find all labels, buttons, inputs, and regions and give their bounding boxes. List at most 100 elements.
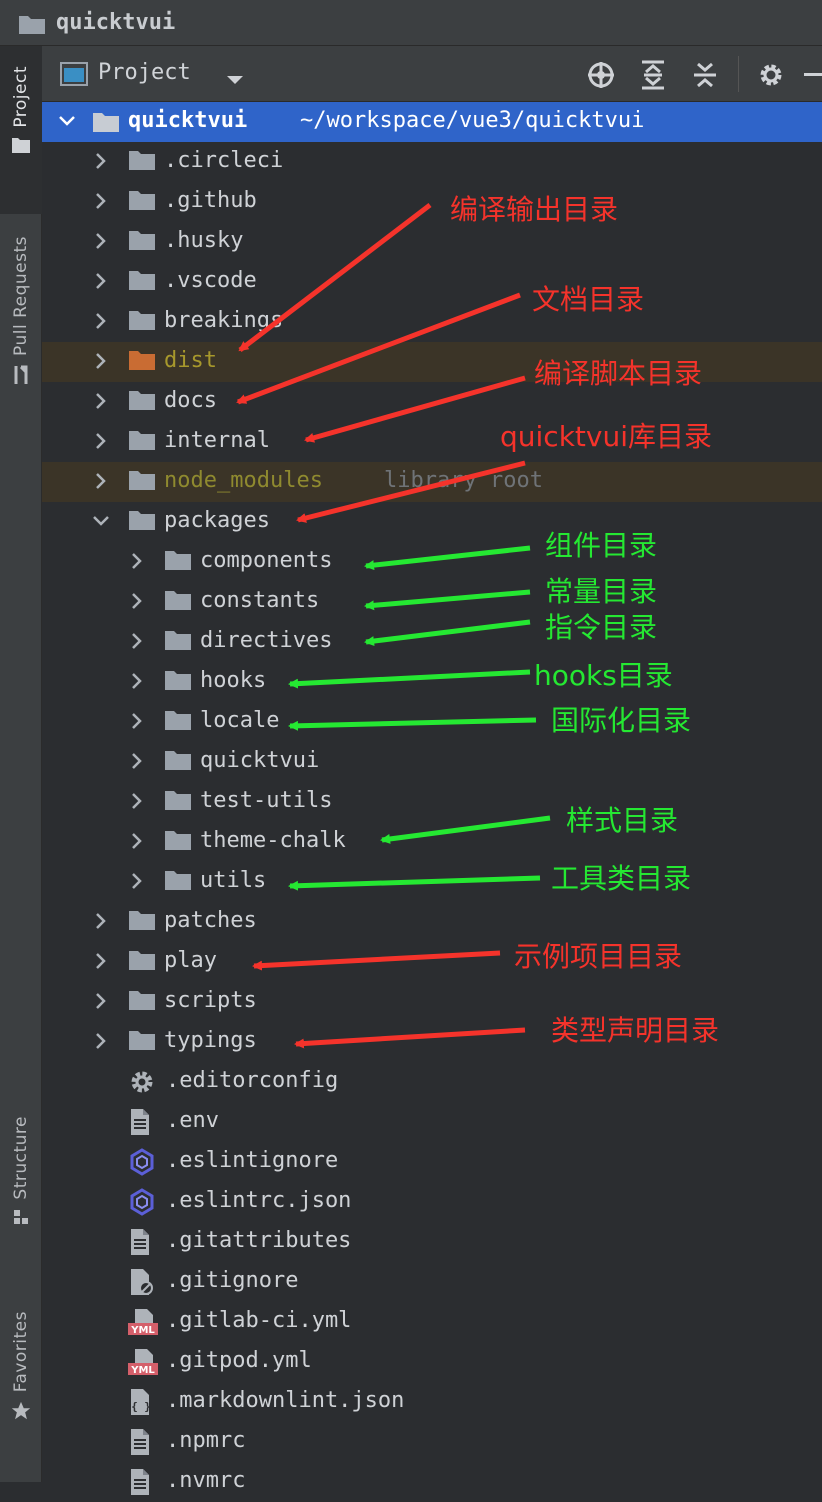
chevron-right-icon[interactable]: [92, 912, 110, 934]
chevron-down-icon[interactable]: [58, 112, 76, 134]
tree-item-internal[interactable]: internal: [42, 422, 822, 462]
text-file-icon: [128, 1228, 152, 1260]
tree-item-node-modules[interactable]: node_modules library root: [42, 462, 822, 502]
chevron-right-icon[interactable]: [128, 632, 146, 654]
tree-item-github[interactable]: .github: [42, 182, 822, 222]
tree-item-label: .markdownlint.json: [166, 1388, 405, 1413]
tree-item-editorconfig[interactable]: .editorconfig: [42, 1062, 822, 1102]
chevron-right-icon[interactable]: [92, 432, 110, 454]
tree-item-label: .editorconfig: [166, 1068, 339, 1093]
chevron-right-icon[interactable]: [128, 752, 146, 774]
eslint-file-icon: [128, 1188, 156, 1220]
tree-item-docs[interactable]: docs: [42, 382, 822, 422]
tree-item-label: typings: [164, 1028, 257, 1053]
pull-request-icon: [11, 364, 31, 390]
tree-item-dist[interactable]: dist: [42, 342, 822, 382]
tab-structure[interactable]: Structure: [0, 1116, 42, 1276]
tree-item-label: .gitpod.yml: [166, 1348, 312, 1373]
gear-icon[interactable]: [754, 58, 788, 92]
tree-item-label: .github: [164, 188, 257, 213]
chevron-right-icon[interactable]: [128, 712, 146, 734]
tree-item-markdownlint-json[interactable]: { } .markdownlint.json: [42, 1382, 822, 1422]
locate-icon[interactable]: [584, 58, 618, 92]
chevron-right-icon[interactable]: [128, 832, 146, 854]
tree-item-label: components: [200, 548, 333, 573]
star-icon: [10, 1400, 32, 1426]
chevron-right-icon[interactable]: [92, 312, 110, 334]
chevron-right-icon[interactable]: [92, 192, 110, 214]
gitignore-file-icon: [128, 1268, 154, 1300]
tree-root-row[interactable]: quicktvui ~/workspace/vue3/quicktvui: [42, 102, 822, 142]
tab-project[interactable]: Project: [0, 46, 42, 214]
tree-item-eslintignore[interactable]: .eslintignore: [42, 1142, 822, 1182]
tree-item-gitattributes[interactable]: .gitattributes: [42, 1222, 822, 1262]
tree-item-label: .eslintignore: [166, 1148, 339, 1173]
collapse-all-icon[interactable]: [688, 58, 722, 92]
tree-item-eslintrc-json[interactable]: .eslintrc.json: [42, 1182, 822, 1222]
tree-item-directives[interactable]: directives: [42, 622, 822, 662]
tool-window-strip: Project Pull Requests Structure Favorite…: [0, 46, 42, 1482]
folder-icon: [128, 948, 156, 976]
folder-icon: [128, 228, 156, 256]
tree-item-breakings[interactable]: breakings: [42, 302, 822, 342]
root-path: ~/workspace/vue3/quicktvui: [300, 108, 645, 133]
tree-item-scripts[interactable]: scripts: [42, 982, 822, 1022]
tree-item-theme-chalk[interactable]: theme-chalk: [42, 822, 822, 862]
chevron-right-icon[interactable]: [92, 992, 110, 1014]
chevron-right-icon[interactable]: [92, 952, 110, 974]
chevron-right-icon[interactable]: [128, 792, 146, 814]
tree-item-gitignore[interactable]: .gitignore: [42, 1262, 822, 1302]
chevron-right-icon[interactable]: [92, 392, 110, 414]
tree-item-packages[interactable]: packages: [42, 502, 822, 542]
tree-item-utils[interactable]: utils: [42, 862, 822, 902]
tree-item-label: quicktvui: [200, 748, 320, 773]
chevron-right-icon[interactable]: [92, 232, 110, 254]
tree-item-label: theme-chalk: [200, 828, 346, 853]
tab-structure-label: Structure: [11, 1116, 31, 1200]
tree-item-quicktvui[interactable]: quicktvui: [42, 742, 822, 782]
tab-pull-requests[interactable]: Pull Requests: [0, 236, 42, 456]
svg-text:YML: YML: [130, 1365, 155, 1376]
chevron-right-icon[interactable]: [128, 872, 146, 894]
folder-icon: [128, 388, 156, 416]
chevron-right-icon[interactable]: [92, 352, 110, 374]
tree-item-hooks[interactable]: hooks: [42, 662, 822, 702]
tree-item-gitlab-ci-yml[interactable]: YML .gitlab-ci.yml: [42, 1302, 822, 1342]
tree-item-husky[interactable]: .husky: [42, 222, 822, 262]
tree-item-typings[interactable]: typings: [42, 1022, 822, 1062]
tree-item-vscode[interactable]: .vscode: [42, 262, 822, 302]
tree-item-label: internal: [164, 428, 270, 453]
tree-item-circleci[interactable]: .circleci: [42, 142, 822, 182]
tree-item-components[interactable]: components: [42, 542, 822, 582]
tab-favorites[interactable]: Favorites: [0, 1311, 42, 1481]
folder-icon: [128, 988, 156, 1016]
chevron-right-icon[interactable]: [92, 272, 110, 294]
tree-item-locale[interactable]: locale: [42, 702, 822, 742]
tree-item-label: .npmrc: [166, 1428, 246, 1453]
project-view-selector[interactable]: Project: [98, 60, 191, 85]
chevron-down-icon[interactable]: [226, 70, 244, 89]
chevron-right-icon[interactable]: [128, 672, 146, 694]
minimize-icon[interactable]: [802, 58, 822, 92]
chevron-right-icon[interactable]: [92, 472, 110, 494]
tree-item-test-utils[interactable]: test-utils: [42, 782, 822, 822]
tree-item-patches[interactable]: patches: [42, 902, 822, 942]
folder-icon: [128, 148, 156, 176]
tab-project-label: Project: [11, 66, 31, 128]
tree-item-play[interactable]: play: [42, 942, 822, 982]
chevron-right-icon[interactable]: [128, 592, 146, 614]
tree-item-npmrc[interactable]: .npmrc: [42, 1422, 822, 1462]
tree-item-constants[interactable]: constants: [42, 582, 822, 622]
tree-item-nvmrc[interactable]: .nvmrc: [42, 1462, 822, 1502]
tree-item-suffix: library root: [384, 468, 543, 493]
folder-icon: [128, 508, 156, 536]
text-file-icon: [128, 1108, 152, 1140]
chevron-down-icon[interactable]: [92, 512, 110, 534]
svg-text:YML: YML: [130, 1325, 155, 1336]
tree-item-env[interactable]: .env: [42, 1102, 822, 1142]
expand-all-icon[interactable]: [636, 58, 670, 92]
chevron-right-icon[interactable]: [92, 1032, 110, 1054]
chevron-right-icon[interactable]: [128, 552, 146, 574]
chevron-right-icon[interactable]: [92, 152, 110, 174]
tree-item-gitpod-yml[interactable]: YML .gitpod.yml: [42, 1342, 822, 1382]
